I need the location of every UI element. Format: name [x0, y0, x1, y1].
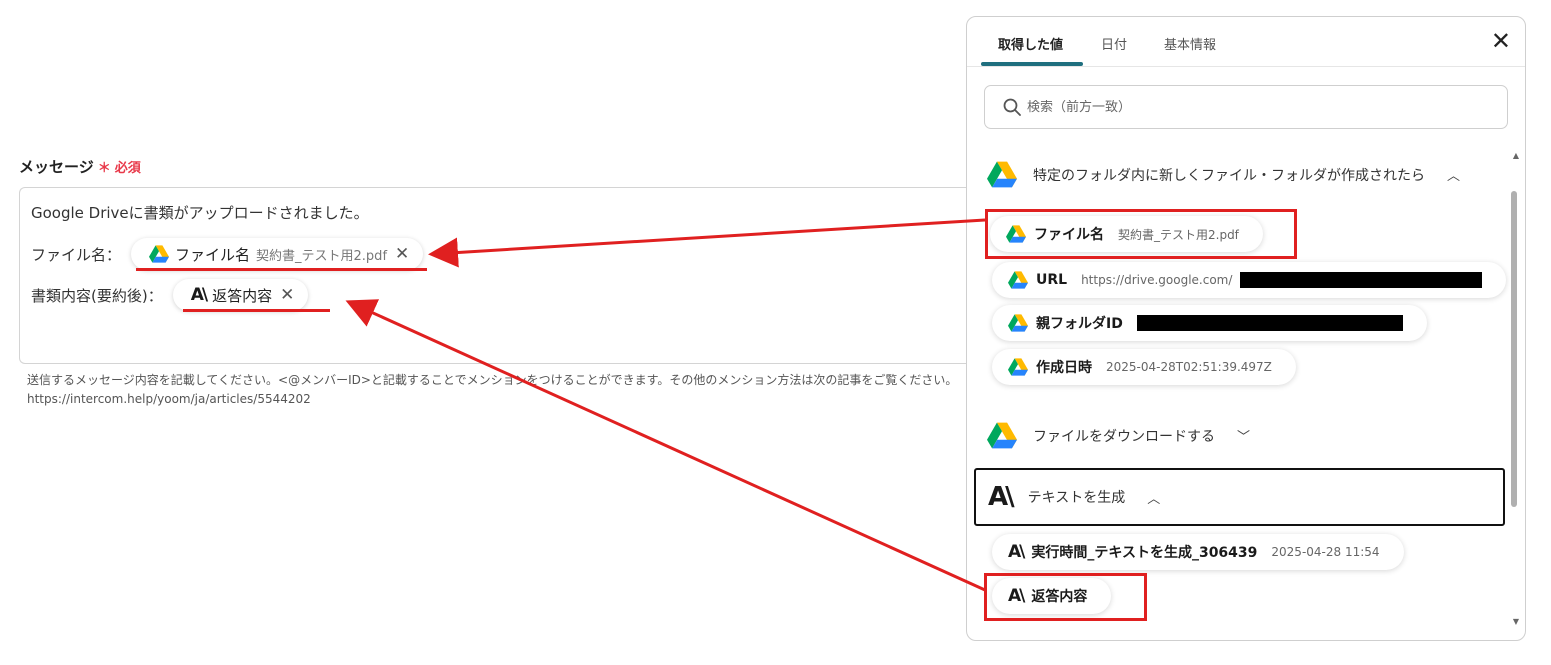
annotation-arrows — [345, 218, 986, 592]
arrow-to-file-chip — [428, 218, 986, 268]
stage: メッセージ ＊ 必須 Google Driveに書類がアップロードされました。 … — [0, 0, 1551, 665]
arrow-to-reply-chip — [345, 299, 986, 592]
